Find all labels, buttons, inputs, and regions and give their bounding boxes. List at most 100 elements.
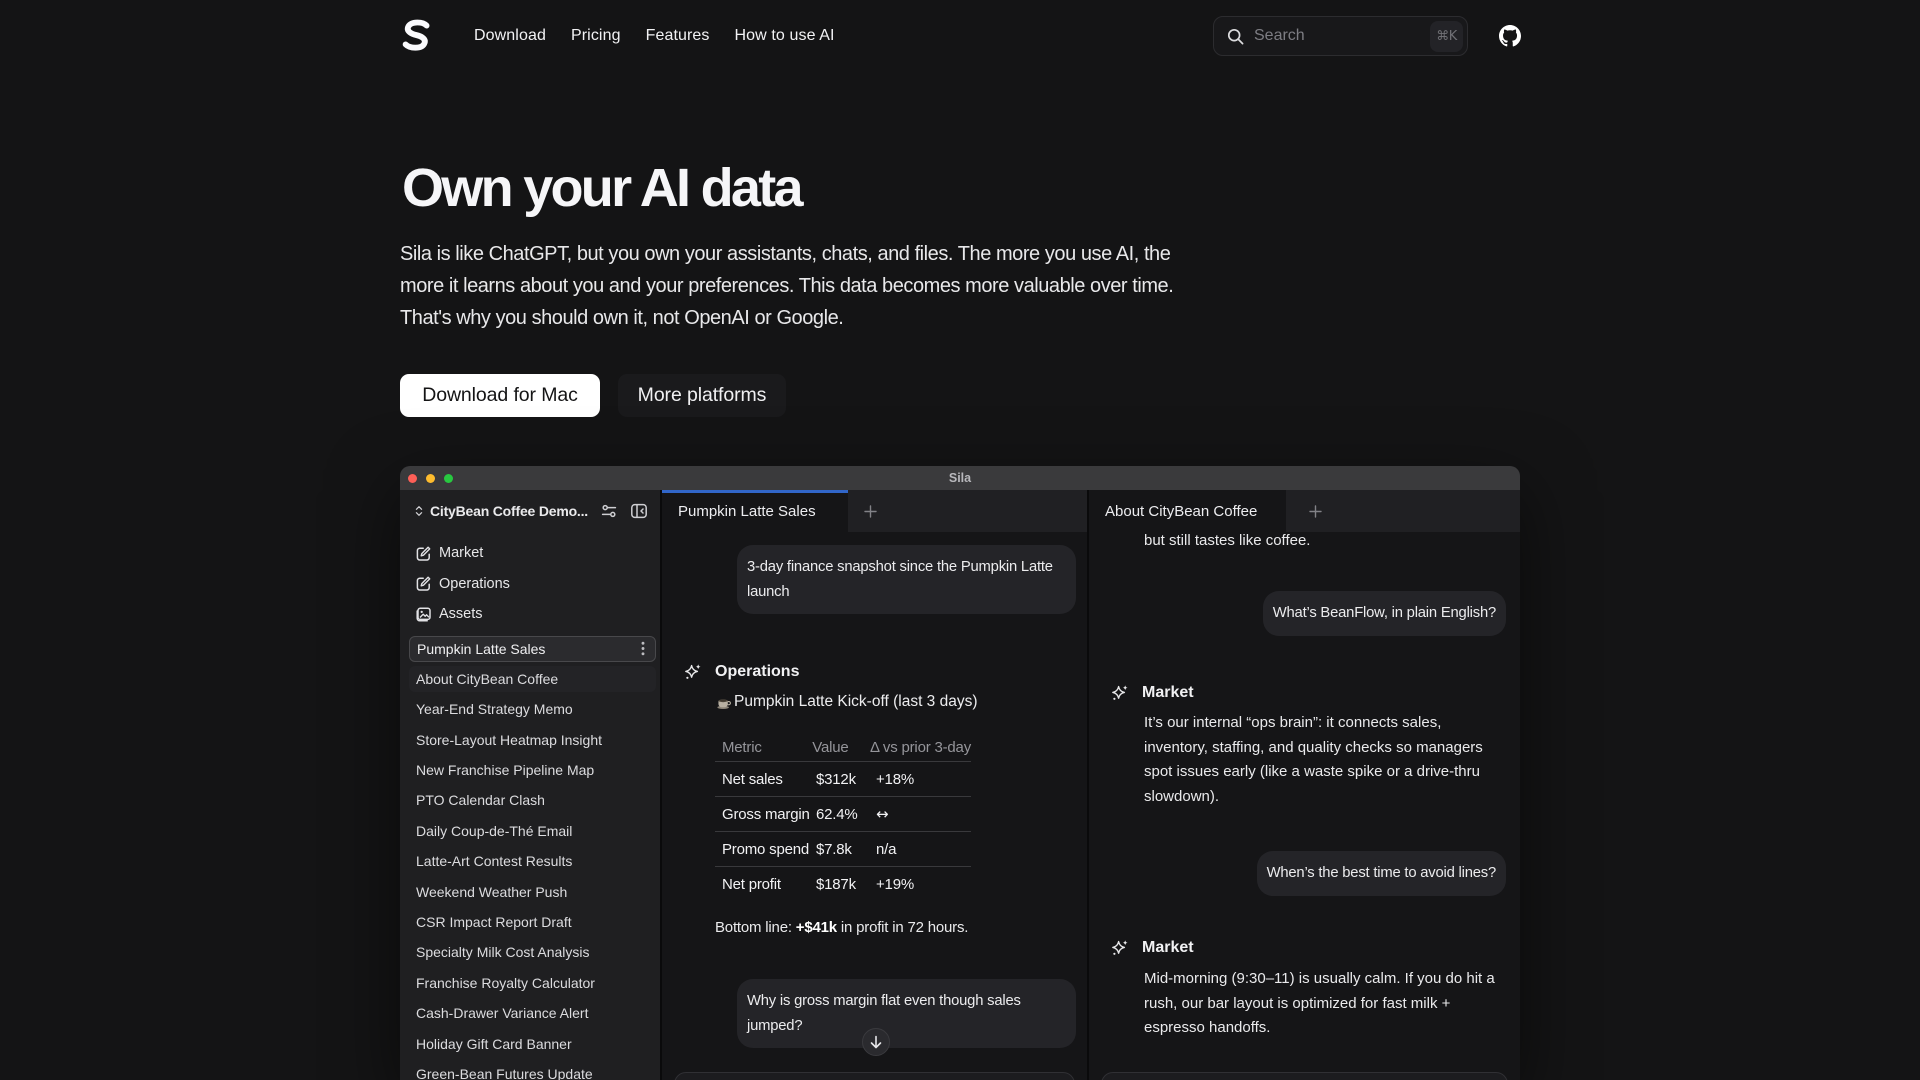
chat-list-item[interactable]: CSR Impact Report Draft (409, 909, 656, 935)
tab-about-citybean-coffee[interactable]: About CityBean Coffee (1089, 490, 1286, 532)
user-message: What’s BeanFlow, in plain English? (1263, 591, 1506, 636)
arrow-down-icon (869, 1035, 883, 1049)
scroll-to-bottom-button[interactable] (862, 1028, 890, 1056)
chat-list-item[interactable]: Store-Layout Heatmap Insight (409, 727, 656, 753)
sidebar-item-label: Market (439, 545, 483, 561)
sidebar-item-market[interactable]: Market (400, 538, 660, 569)
metrics-table: Metric Value Δ vs prior 3-day Net sales … (715, 734, 971, 902)
chat-list-item[interactable]: PTO Calendar Clash (409, 787, 656, 813)
more-platforms-button[interactable]: More platforms (618, 374, 786, 417)
chat-item-label: Pumpkin Latte Sales (417, 641, 641, 657)
assistant-name: Market (1142, 684, 1194, 702)
nav-link-pricing[interactable]: Pricing (571, 27, 621, 45)
minimize-window-button[interactable] (426, 474, 435, 483)
user-message: Why is gross margin flat even though sal… (737, 979, 1076, 1048)
app-window: Sila CityBean Coffee Demo... (400, 466, 1520, 1080)
table-row: Promo spend $7.8k n/a (715, 832, 971, 867)
plus-icon (1309, 505, 1322, 518)
new-tab-button[interactable] (848, 490, 892, 532)
sidebar-item-assets[interactable]: Assets (400, 599, 660, 630)
new-tab-button[interactable] (1286, 490, 1344, 532)
bottom-line: Bottom line: +$41k in profit in 72 hours… (715, 919, 968, 936)
navbar: Download Pricing Features How to use AI … (0, 0, 1920, 72)
plus-icon (864, 505, 877, 518)
assistant-message: It’s our internal “ops brain”: it connec… (1144, 711, 1483, 809)
sila-logo-icon[interactable] (398, 18, 434, 54)
sidebar-menu: Market Operations (400, 538, 660, 630)
github-icon[interactable] (1499, 25, 1521, 47)
hero-title: Own your AI data (402, 157, 801, 219)
chat-item-label: Weekend Weather Push (416, 884, 646, 900)
sidebar: CityBean Coffee Demo... (400, 490, 660, 1080)
photo-icon (415, 606, 432, 623)
close-window-button[interactable] (408, 474, 417, 483)
workspace-switcher-icon[interactable] (414, 503, 424, 519)
assistant-subtitle: Pumpkin Latte Kick-off (last 3 days) (716, 693, 978, 711)
chat-item-label: New Franchise Pipeline Map (416, 762, 646, 778)
tab-pumpkin-latte-sales[interactable]: Pumpkin Latte Sales (662, 490, 848, 532)
chat-list-item-selected[interactable]: Pumpkin Latte Sales (409, 636, 656, 662)
nav-link-how-to-use-ai[interactable]: How to use AI (735, 27, 835, 45)
chat-item-label: CSR Impact Report Draft (416, 914, 646, 930)
zoom-window-button[interactable] (444, 474, 453, 483)
window-titlebar: Sila (400, 466, 1520, 490)
chat-item-label: Cash-Drawer Variance Alert (416, 1005, 646, 1021)
chat-item-label: Year-End Strategy Memo (416, 701, 646, 717)
user-message: When’s the best time to avoid lines? (1257, 851, 1506, 896)
assistant-message: Mid-morning (9:30–11) is usually calm. I… (1144, 967, 1495, 1041)
chat-list-item[interactable]: Holiday Gift Card Banner (409, 1031, 656, 1057)
pane-pumpkin-latte-sales: Pumpkin Latte Sales 3-day finance snapsh… (662, 490, 1087, 1080)
chat-item-label: Store-Layout Heatmap Insight (416, 732, 646, 748)
user-message: 3-day finance snapshot since the Pumpkin… (737, 545, 1076, 614)
compose-icon (415, 575, 432, 592)
chat-item-label: Green-Bean Futures Update (416, 1066, 646, 1080)
sidebar-item-label: Operations (439, 576, 510, 592)
assistant-message-tail: but still tastes like coffee. (1144, 529, 1310, 554)
sidebar-item-label: Assets (439, 606, 483, 622)
workspace-settings-icon[interactable] (600, 502, 618, 520)
message-input[interactable] (674, 1072, 1075, 1080)
assistant-header: Market (1111, 939, 1194, 957)
chat-list-item[interactable]: About CityBean Coffee (409, 666, 656, 692)
chat-item-menu-icon[interactable] (641, 641, 645, 656)
assistant-header: Operations (684, 663, 799, 681)
chat-item-label: Holiday Gift Card Banner (416, 1036, 646, 1052)
chat-list-item[interactable]: Weekend Weather Push (409, 879, 656, 905)
nav-link-download[interactable]: Download (474, 27, 546, 45)
chat-item-label: Specialty Milk Cost Analysis (416, 944, 646, 960)
chat-list-item[interactable]: Daily Coup-de-Thé Email (409, 818, 656, 844)
sidebar-item-operations[interactable]: Operations (400, 569, 660, 600)
workspace-name[interactable]: CityBean Coffee Demo... (430, 503, 588, 519)
chat-list-item[interactable]: Green-Bean Futures Update (409, 1061, 656, 1080)
assistant-name: Operations (715, 663, 799, 681)
nav-links: Download Pricing Features How to use AI (474, 0, 835, 72)
page: Download Pricing Features How to use AI … (0, 0, 1920, 1080)
chat-list-item[interactable]: Latte-Art Contest Results (409, 848, 656, 874)
chat-list-item[interactable]: Franchise Royalty Calculator (409, 970, 656, 996)
left-tabbar: Pumpkin Latte Sales (662, 490, 1087, 532)
chat-item-label: Daily Coup-de-Thé Email (416, 823, 646, 839)
search-input[interactable]: Search ⌘K (1213, 16, 1468, 56)
search-placeholder: Search (1254, 27, 1430, 45)
chat-list-item[interactable]: New Franchise Pipeline Map (409, 757, 656, 783)
cta-row: Download for Mac More platforms (400, 374, 786, 417)
nav-link-features[interactable]: Features (646, 27, 710, 45)
table-row: Gross margin 62.4% ↔ (715, 797, 971, 832)
message-input[interactable] (1101, 1072, 1508, 1080)
hero-paragraph-line: That's why you should own it, not OpenAI… (400, 303, 1173, 335)
table-row: Net sales $312k +18% (715, 762, 971, 797)
collapse-sidebar-icon[interactable] (630, 502, 648, 520)
traffic-lights (408, 466, 453, 490)
chat-list-item[interactable]: Specialty Milk Cost Analysis (409, 939, 656, 965)
chat-item-label: Franchise Royalty Calculator (416, 975, 646, 991)
chat-item-label: PTO Calendar Clash (416, 792, 646, 808)
chat-list-item[interactable]: Year-End Strategy Memo (409, 696, 656, 722)
sparkle-icon (1111, 684, 1129, 702)
assistant-subtitle-text: Pumpkin Latte Kick-off (last 3 days) (734, 693, 978, 711)
right-tabbar: About CityBean Coffee (1089, 490, 1520, 532)
right-pane-content: but still tastes like coffee. What’s Bea… (1089, 532, 1520, 1080)
left-pane-content: 3-day finance snapshot since the Pumpkin… (662, 532, 1087, 1080)
table-header-row: Metric Value Δ vs prior 3-day (715, 734, 971, 762)
chat-list-item[interactable]: Cash-Drawer Variance Alert (409, 1000, 656, 1026)
download-for-mac-button[interactable]: Download for Mac (400, 374, 600, 417)
